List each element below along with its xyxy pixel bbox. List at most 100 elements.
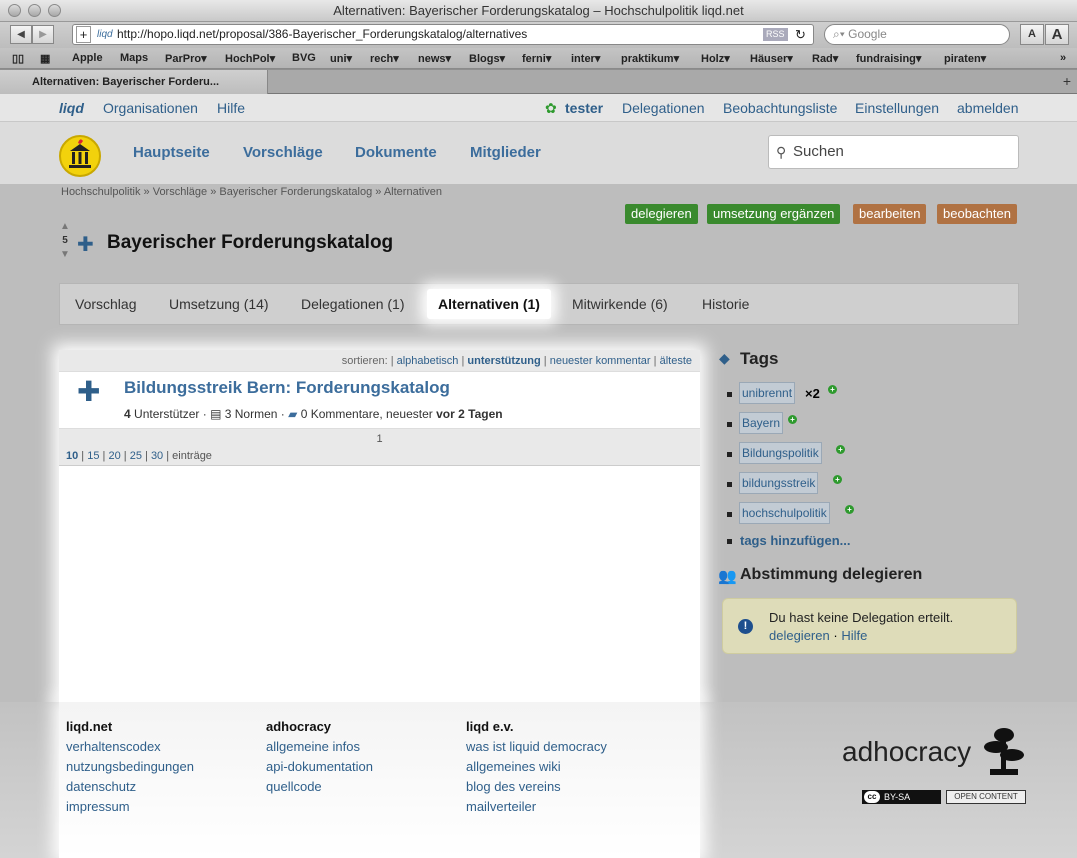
page-size-10[interactable]: 10 (66, 450, 78, 462)
add-tag-plus-icon[interactable]: + (836, 445, 845, 454)
tab-alternatives[interactable]: Alternativen (1) (427, 289, 551, 319)
nav-documents[interactable]: Dokumente (355, 144, 437, 161)
bookmark-rad[interactable]: Rad▾ (812, 52, 838, 65)
font-larger-button[interactable]: A (1045, 24, 1069, 45)
top-sites-grid-icon[interactable]: ▦ (40, 52, 50, 65)
bookmarks-overflow-icon[interactable]: » (1060, 52, 1066, 64)
minimize-window-button[interactable] (28, 4, 41, 17)
browser-tab-active[interactable]: Alternativen: Bayerischer Forderu... (0, 70, 268, 94)
delegate-button[interactable]: delegieren (625, 204, 698, 224)
new-tab-button[interactable]: + (1063, 73, 1071, 89)
nav-members[interactable]: Mitglieder (470, 144, 541, 161)
footer-link[interactable]: api-dokumentation (266, 757, 373, 777)
instance-logo-icon[interactable] (59, 135, 101, 177)
tag-unibrennt[interactable]: unibrennt (739, 382, 796, 404)
tag-bildungspolitik[interactable]: Bildungspolitik (739, 442, 822, 464)
forward-button[interactable]: ▶ (32, 25, 54, 44)
footer-link[interactable]: blog des vereins (466, 777, 607, 797)
page-size-20[interactable]: 20 (108, 450, 120, 462)
tag-hochschulpolitik[interactable]: hochschulpolitik (739, 502, 830, 524)
footer-link[interactable]: verhaltenscodex (66, 737, 194, 757)
delegation-delegate-link[interactable]: delegieren (769, 628, 830, 643)
tag-bayern[interactable]: Bayern (739, 412, 784, 434)
url-text[interactable]: http://hopo.liqd.net/proposal/386-Bayeri… (117, 25, 527, 44)
downvote-arrow-icon[interactable]: ▼ (59, 250, 71, 260)
liqd-logo-link[interactable]: liqd (59, 100, 84, 116)
bookmark-blogs[interactable]: Blogs▾ (469, 52, 505, 65)
settings-link[interactable]: Einstellungen (855, 100, 939, 116)
tag-bildungsstreik[interactable]: bildungsstreik (739, 472, 819, 494)
add-tag-plus-icon[interactable]: + (845, 505, 854, 514)
rss-button[interactable]: RSS (763, 28, 788, 41)
breadcrumb[interactable]: Hochschulpolitik » Vorschläge » Bayerisc… (61, 186, 442, 198)
bookmark-inter[interactable]: inter▾ (571, 52, 600, 65)
footer-link[interactable]: allgemeines wiki (466, 757, 607, 777)
browser-search-field[interactable]: ⌕▾ Google (824, 24, 1010, 45)
tab-delegations[interactable]: Delegationen (1) (301, 296, 405, 312)
bookmark-haeuser[interactable]: Häuser▾ (750, 52, 793, 65)
bookmark-ferni[interactable]: ferni▾ (522, 52, 551, 65)
sort-alphabetical[interactable]: alphabetisch (397, 355, 459, 367)
page-size-30[interactable]: 30 (151, 450, 163, 462)
bookmark-parpro[interactable]: ParPro▾ (165, 52, 207, 65)
bookmark-rech[interactable]: rech▾ (370, 52, 399, 65)
site-search-input[interactable]: ⚲ Suchen (768, 135, 1019, 169)
cc-license-badge[interactable]: cc BY-SA (862, 790, 941, 804)
footer-link[interactable]: impressum (66, 797, 194, 817)
item-title-link[interactable]: Bildungsstreik Bern: Forderungskatalog (124, 378, 450, 398)
sort-support[interactable]: unterstützung (467, 355, 540, 367)
delegation-help-link[interactable]: Hilfe (841, 628, 867, 643)
add-tag-plus-icon[interactable]: + (788, 415, 797, 424)
bookmark-fundraising[interactable]: fundraising▾ (856, 52, 921, 65)
footer-link[interactable]: quellcode (266, 777, 373, 797)
back-button[interactable]: ◀ (10, 25, 32, 44)
address-bar[interactable]: + liqd http://hopo.liqd.net/proposal/386… (72, 24, 814, 45)
footer-link[interactable]: mailverteiler (466, 797, 607, 817)
page-size-25[interactable]: 25 (130, 450, 142, 462)
page-number[interactable]: 1 (59, 433, 700, 445)
tab-implementation[interactable]: Umsetzung (14) (169, 296, 269, 312)
footer-link[interactable]: datenschutz (66, 777, 194, 797)
help-link[interactable]: Hilfe (217, 100, 245, 116)
nav-home[interactable]: Hauptseite (133, 144, 210, 161)
footer-link[interactable]: allgemeine infos (266, 737, 373, 757)
sort-oldest[interactable]: älteste (660, 355, 692, 367)
tab-proposal[interactable]: Vorschlag (75, 296, 136, 312)
bookmark-bvg[interactable]: BVG (292, 52, 316, 64)
bookmark-piraten[interactable]: piraten▾ (944, 52, 986, 65)
footer-link[interactable]: nutzungsbedingungen (66, 757, 194, 777)
bookmarks-book-icon[interactable]: ▯▯ (12, 52, 24, 65)
tab-history[interactable]: Historie (702, 296, 749, 312)
add-tags-link[interactable]: tags hinzufügen... (740, 533, 851, 548)
add-implementation-button[interactable]: umsetzung ergänzen (707, 204, 841, 224)
zoom-window-button[interactable] (48, 4, 61, 17)
delegations-link[interactable]: Delegationen (622, 100, 705, 116)
bookmark-news[interactable]: news▾ (418, 52, 451, 65)
tab-contributors[interactable]: Mitwirkende (6) (572, 296, 668, 312)
organisations-link[interactable]: Organisationen (103, 100, 198, 116)
page-size-15[interactable]: 15 (87, 450, 99, 462)
font-smaller-button[interactable]: A (1020, 24, 1044, 45)
add-bookmark-button[interactable]: + (76, 26, 91, 43)
footer-link[interactable]: was ist liquid democracy (466, 737, 607, 757)
watchlist-link[interactable]: Beobachtungsliste (723, 100, 837, 116)
sort-newest-comment[interactable]: neuester kommentar (550, 355, 651, 367)
adhocracy-brand[interactable]: adhocracy (842, 736, 971, 768)
upvote-arrow-icon[interactable]: ▲ (59, 222, 71, 232)
bookmark-apple[interactable]: Apple (72, 52, 103, 64)
watch-button[interactable]: beobachten (937, 204, 1017, 224)
bookmark-praktikum[interactable]: praktikum▾ (621, 52, 679, 65)
nav-proposals[interactable]: Vorschläge (243, 144, 323, 161)
user-link[interactable]: tester (565, 100, 603, 116)
bookmark-hochpol[interactable]: HochPol▾ (225, 52, 275, 65)
logout-link[interactable]: abmelden (957, 100, 1019, 116)
open-content-badge[interactable]: OPEN CONTENT (946, 790, 1026, 804)
add-tag-plus-icon[interactable]: + (828, 385, 837, 394)
bookmark-holz[interactable]: Holz▾ (701, 52, 730, 65)
bookmark-uni[interactable]: uni▾ (330, 52, 352, 65)
close-window-button[interactable] (8, 4, 21, 17)
bookmark-maps[interactable]: Maps (120, 52, 148, 64)
reload-icon[interactable]: ↻ (795, 25, 806, 44)
add-tag-plus-icon[interactable]: + (833, 475, 842, 484)
edit-button[interactable]: bearbeiten (853, 204, 927, 224)
